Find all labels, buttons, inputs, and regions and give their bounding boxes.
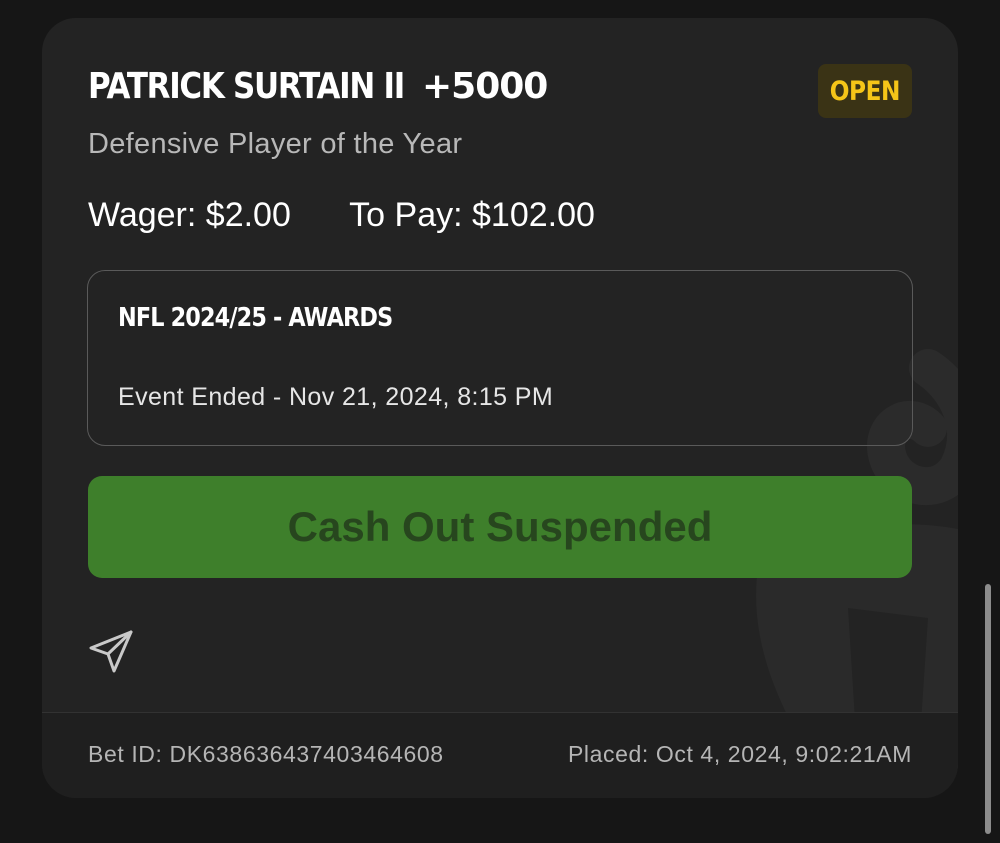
event-status: Event Ended - Nov 21, 2024, 8:15 PM [118, 383, 554, 411]
topay-label: To Pay: [349, 196, 463, 234]
placed-timestamp: Placed: Oct 4, 2024, 9:02:21AM [567, 741, 912, 767]
topay-value: $102.00 [472, 196, 595, 234]
status-badge-label: OPEN [829, 75, 901, 107]
bet-title-row: PATRICK SURTAIN II +5000 [88, 66, 548, 107]
event-name: NFL 2024/25 - AWARDS [118, 303, 393, 333]
wager-label: Wager: [88, 196, 197, 234]
cashout-button[interactable]: Cash Out Suspended [88, 476, 912, 578]
selection-odds: +5000 [422, 66, 548, 107]
market-name: Defensive Player of the Year [88, 128, 463, 160]
bet-footer: Bet ID: DK638636437403464608 Placed: Oct… [42, 713, 958, 798]
bet-id: Bet ID: DK638636437403464608 [88, 741, 444, 767]
status-badge: OPEN [818, 64, 912, 118]
scrollbar[interactable] [985, 584, 991, 834]
cashout-button-label: Cash Out Suspended [287, 503, 713, 550]
wager-row: Wager: $2.00 To Pay: $102.00 [88, 196, 595, 235]
wager-value: $2.00 [205, 196, 291, 234]
selection-name: PATRICK SURTAIN II [88, 66, 405, 107]
bet-card: PATRICK SURTAIN II +5000 OPEN Defensive … [42, 18, 958, 798]
event-info-box[interactable]: NFL 2024/25 - AWARDS Event Ended - Nov 2… [87, 270, 913, 446]
share-icon[interactable] [88, 628, 134, 674]
